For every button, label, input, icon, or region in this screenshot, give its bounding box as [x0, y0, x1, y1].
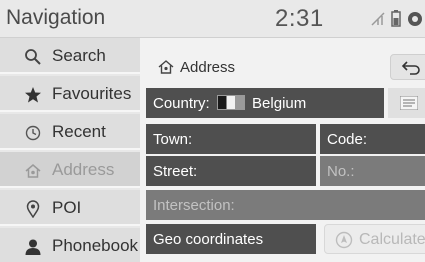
- list-icon: [400, 96, 418, 110]
- status-icons: [370, 9, 425, 29]
- back-arrow-icon: [401, 61, 420, 75]
- street-label: Street:: [153, 163, 198, 180]
- sidebar-item-label: POI: [52, 198, 82, 217]
- address-panel: Address Country: Belgium Town: Code: Str…: [140, 38, 425, 262]
- header-bar: Navigation 2:31: [0, 0, 425, 38]
- home-icon: [158, 60, 174, 74]
- code-label: Code:: [327, 131, 368, 148]
- house-number-label: No.:: [327, 163, 355, 180]
- star-icon: [25, 87, 41, 103]
- intersection-field[interactable]: Intersection:: [146, 190, 425, 220]
- code-field[interactable]: Code:: [320, 124, 425, 154]
- no-signal-icon: [371, 12, 385, 26]
- belgium-flag-icon: [216, 95, 245, 110]
- sidebar-item-label: Recent: [52, 122, 106, 141]
- sidebar-item-poi[interactable]: POI: [0, 190, 140, 226]
- calculate-label: Calculate: [359, 231, 425, 248]
- geo-coordinates-label: Geo coordinates: [153, 231, 264, 248]
- sidebar-item-label: Address: [52, 160, 115, 179]
- sidebar-item-recent[interactable]: Recent: [0, 114, 140, 150]
- home-icon: [25, 164, 41, 178]
- list-button[interactable]: [388, 88, 425, 118]
- country-value: Belgium: [252, 95, 307, 112]
- navigation-screen: Navigation 2:31 Search Favourites Recent…: [0, 0, 425, 262]
- sidebar-item-label: Search: [52, 46, 106, 65]
- sidebar-item-favourites[interactable]: Favourites: [0, 76, 140, 112]
- sidebar-item-address[interactable]: Address: [0, 152, 140, 188]
- intersection-label: Intersection:: [153, 197, 235, 214]
- country-field[interactable]: Country: Belgium: [146, 88, 384, 118]
- house-number-field[interactable]: No.:: [320, 156, 425, 186]
- geo-coordinates-button[interactable]: Geo coordinates: [146, 224, 316, 254]
- sidebar: Search Favourites Recent Address POI Pho…: [0, 38, 140, 262]
- back-button[interactable]: [390, 54, 425, 80]
- street-field[interactable]: Street:: [146, 156, 316, 186]
- clock: 2:31: [275, 5, 324, 32]
- person-icon: [25, 239, 41, 255]
- sidebar-item-search[interactable]: Search: [0, 38, 140, 74]
- address-header: Address: [140, 50, 425, 84]
- sidebar-item-label: Phonebook: [52, 236, 139, 255]
- battery-icon: [391, 10, 401, 27]
- town-label: Town:: [153, 131, 193, 148]
- clock-icon: [25, 125, 41, 141]
- location-pin-icon: [26, 200, 40, 218]
- sidebar-item-phonebook[interactable]: Phonebook: [0, 228, 140, 262]
- calculate-icon: [335, 231, 353, 249]
- calculate-button[interactable]: Calculate: [324, 224, 425, 254]
- section-title: Address: [180, 59, 236, 76]
- connection-icon: [408, 12, 422, 26]
- page-title: Navigation: [6, 6, 106, 29]
- search-icon: [25, 49, 41, 65]
- sidebar-item-label: Favourites: [52, 84, 132, 103]
- country-label: Country:: [153, 95, 210, 112]
- town-field[interactable]: Town:: [146, 124, 316, 154]
